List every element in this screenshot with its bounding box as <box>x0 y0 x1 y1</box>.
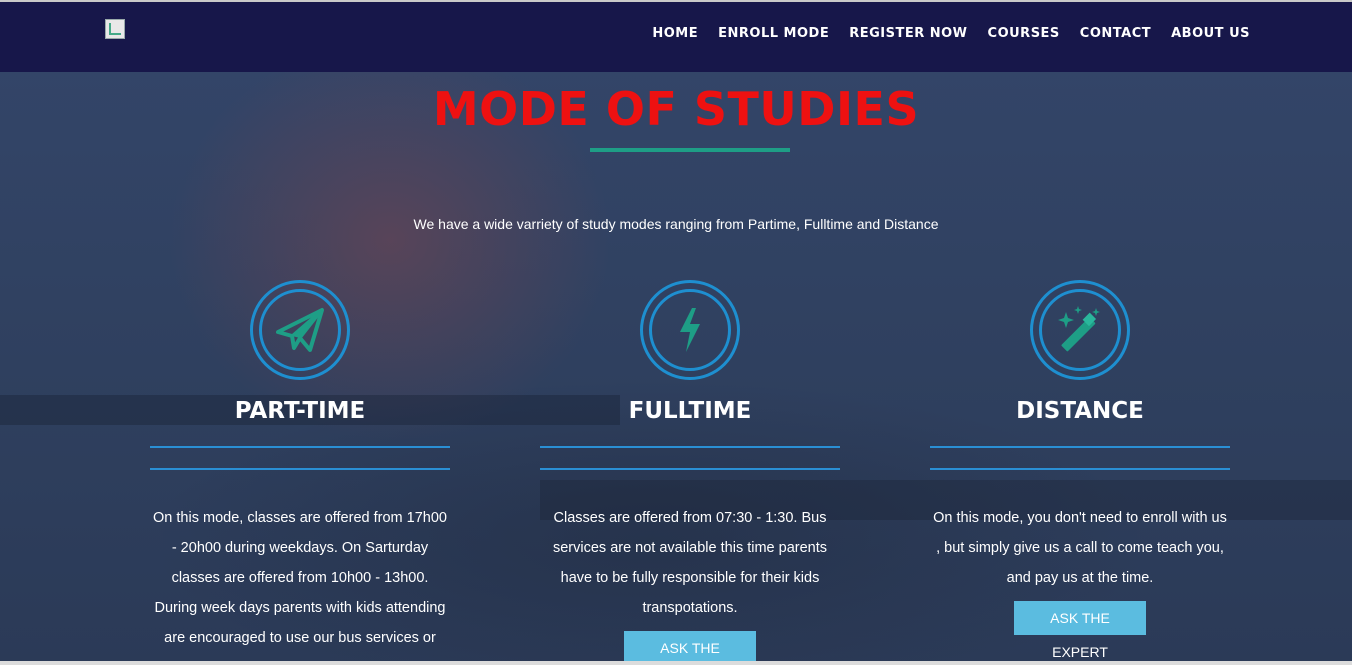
nav-enroll-mode[interactable]: ENROLL MODE <box>718 26 829 41</box>
icon-ring <box>640 280 740 380</box>
icon-ring <box>250 280 350 380</box>
ask-the-expert-button[interactable]: ASK THE EXPERT <box>624 631 756 665</box>
page-subtitle: We have a wide varriety of study modes r… <box>413 216 939 232</box>
mode-heading: PART-TIME <box>234 398 366 424</box>
nav-register-now[interactable]: REGISTER NOW <box>849 26 967 41</box>
mode-heading: FULLTIME <box>628 398 752 424</box>
heading-rule-bottom <box>150 468 450 470</box>
mode-description: Classes are offered from 07:30 - 1:30. B… <box>552 510 828 616</box>
mode-description: On this mode, classes are offered from 1… <box>153 510 447 646</box>
logo-broken-image[interactable] <box>105 19 125 39</box>
magic-wand-icon <box>1058 306 1100 352</box>
mode-heading: DISTANCE <box>1016 398 1144 424</box>
icon-ring <box>1030 280 1130 380</box>
nav-home[interactable]: HOME <box>652 26 698 41</box>
lightning-bolt-icon <box>680 308 700 352</box>
heading-rule-top <box>150 446 450 448</box>
main-nav: HOME ENROLL MODE REGISTER NOW COURSES CO… <box>652 26 1250 41</box>
heading-rule-bottom <box>540 468 840 470</box>
mode-description: On this mode, you don't need to enroll w… <box>933 510 1227 586</box>
ask-the-expert-button[interactable]: ASK THE EXPERT <box>1014 601 1146 660</box>
paper-plane-icon <box>276 308 324 352</box>
nav-courses[interactable]: COURSES <box>988 26 1060 41</box>
heading-rule-top <box>540 446 840 448</box>
nav-about-us[interactable]: ABOUT US <box>1171 26 1250 41</box>
heading-rule-bottom <box>930 468 1230 470</box>
page-title: MODE OF STUDIES <box>432 82 920 136</box>
site-header: HOME ENROLL MODE REGISTER NOW COURSES CO… <box>0 2 1352 72</box>
nav-contact[interactable]: CONTACT <box>1080 26 1151 41</box>
title-underline <box>590 148 790 152</box>
window-bottom-strip <box>0 661 1352 665</box>
heading-rule-top <box>930 446 1230 448</box>
